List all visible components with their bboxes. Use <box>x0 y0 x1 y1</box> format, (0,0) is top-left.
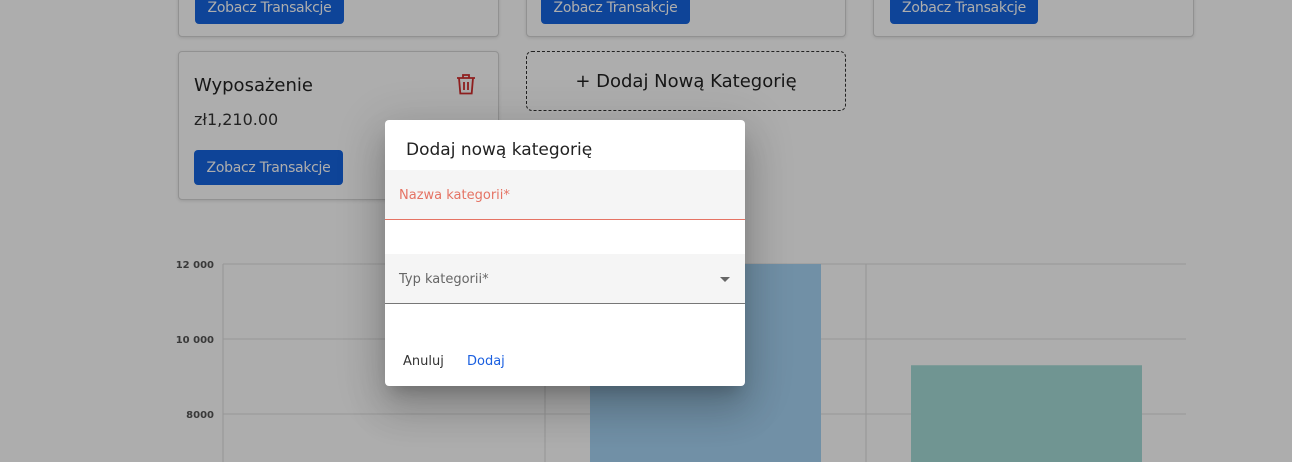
cancel-button[interactable]: Anuluj <box>403 354 444 369</box>
category-type-select[interactable]: Typ kategorii* <box>385 254 745 304</box>
dropdown-arrow-icon <box>720 277 730 282</box>
add-category-dialog: Dodaj nową kategorię Nazwa kategorii* Ty… <box>385 120 745 386</box>
categories-page: Zobacz Transakcje Zobacz Transakcje Zoba… <box>0 0 1292 462</box>
category-type-label: Typ kategorii* <box>399 272 489 287</box>
add-button[interactable]: Dodaj <box>467 354 505 369</box>
category-name-label: Nazwa kategorii* <box>399 188 510 203</box>
category-name-field[interactable]: Nazwa kategorii* <box>385 170 745 220</box>
dialog-title: Dodaj nową kategorię <box>406 140 593 160</box>
